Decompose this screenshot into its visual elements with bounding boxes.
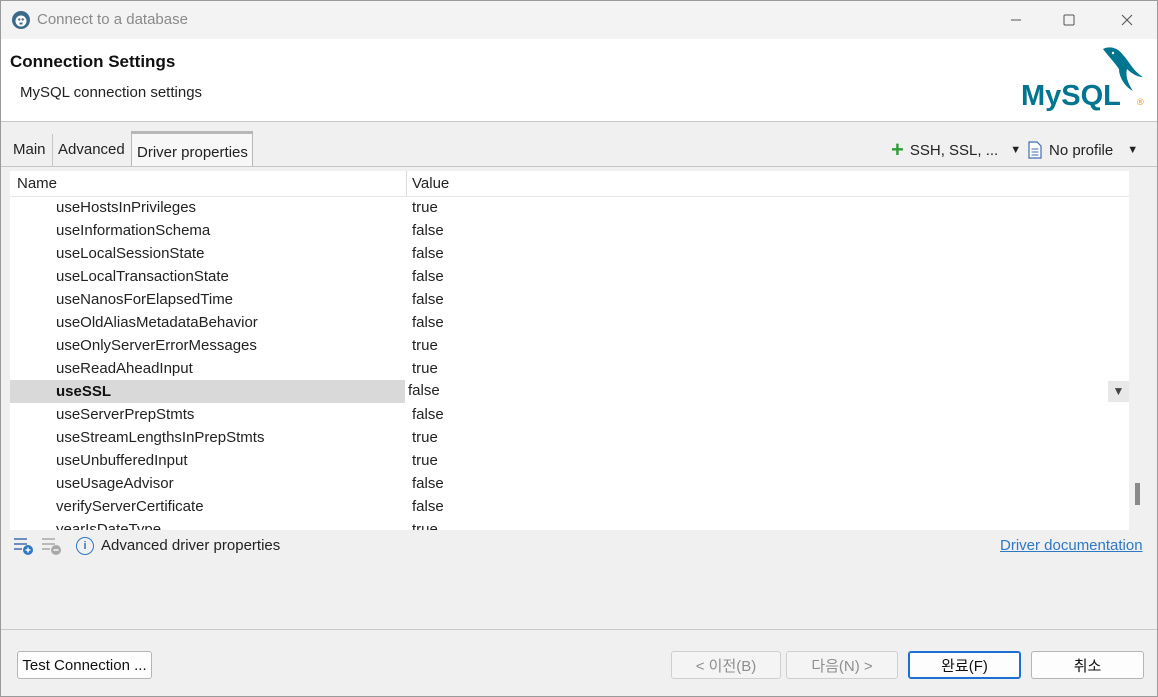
property-value[interactable]: false xyxy=(412,268,444,285)
chevron-down-icon: ▼ xyxy=(1010,144,1022,156)
table-row[interactable]: useReadAheadInput true xyxy=(10,357,1129,380)
profile-dropdown[interactable]: No profile ▼ xyxy=(1027,138,1138,162)
column-divider[interactable] xyxy=(406,171,407,196)
dbeaver-app-icon xyxy=(12,11,30,29)
table-body: useHostsInPrivileges true useInformation… xyxy=(10,196,1129,530)
test-connection-button[interactable]: Test Connection ... xyxy=(17,651,152,679)
profile-label: No profile xyxy=(1049,141,1114,159)
property-name: useReadAheadInput xyxy=(56,360,193,377)
table-row[interactable]: useServerPrepStmts false xyxy=(10,403,1129,426)
table-row[interactable]: useUnbufferedInput true xyxy=(10,449,1129,472)
page-title: Connection Settings xyxy=(10,52,176,71)
property-value[interactable]: true xyxy=(412,429,438,446)
tab-advanced[interactable]: Advanced xyxy=(54,134,132,166)
column-header-value[interactable]: Value xyxy=(412,175,449,192)
column-header-name[interactable]: Name xyxy=(17,175,57,192)
value-dropdown-button[interactable]: ▼ xyxy=(1108,381,1129,402)
tab-main[interactable]: Main xyxy=(9,134,53,166)
property-name: verifyServerCertificate xyxy=(56,498,204,515)
property-name: useUsageAdvisor xyxy=(56,475,174,492)
property-value[interactable]: false xyxy=(412,314,444,331)
svg-text:®: ® xyxy=(1137,97,1144,107)
plus-icon: + xyxy=(891,137,904,162)
table-row[interactable]: useNanosForElapsedTime false xyxy=(10,288,1129,311)
property-value[interactable]: false xyxy=(412,222,444,239)
cancel-button[interactable]: 취소 xyxy=(1031,651,1144,679)
property-name: useLocalSessionState xyxy=(56,245,205,262)
table-row[interactable]: yearIsDateType true xyxy=(10,518,1129,530)
property-value[interactable]: true xyxy=(412,360,438,377)
table-row-selected[interactable]: useSSL false ▼ xyxy=(10,380,1129,403)
table-row[interactable]: useLocalTransactionState false xyxy=(10,265,1129,288)
minimize-icon xyxy=(1011,19,1021,21)
property-value[interactable]: false xyxy=(412,406,444,423)
table-row[interactable]: verifyServerCertificate false xyxy=(10,495,1129,518)
ssh-ssl-label: SSH, SSL, ... xyxy=(909,141,999,159)
table-row[interactable]: useUsageAdvisor false xyxy=(10,472,1129,495)
page-subtitle: MySQL connection settings xyxy=(20,84,203,101)
property-name: useOldAliasMetadataBehavior xyxy=(56,314,258,331)
table-header: Name Value xyxy=(10,171,1129,197)
title-bar: Connect to a database xyxy=(1,1,1157,39)
table-row[interactable]: useInformationSchema false xyxy=(10,219,1129,242)
maximize-icon xyxy=(1063,14,1075,26)
table-row[interactable]: useStreamLengthsInPrepStmts true xyxy=(10,426,1129,449)
next-button[interactable]: 다음(N) > xyxy=(786,651,898,679)
ssh-ssl-button[interactable]: + SSH, SSL, ... ▼ xyxy=(891,138,1021,162)
property-name: useStreamLengthsInPrepStmts xyxy=(56,429,265,446)
mysql-logo: MySQL ® xyxy=(1021,47,1144,112)
property-value[interactable]: true xyxy=(412,199,438,216)
table-row[interactable]: useLocalSessionState false xyxy=(10,242,1129,265)
property-value-editor[interactable]: false xyxy=(408,382,440,399)
table-row[interactable]: useOnlyServerErrorMessages true xyxy=(10,334,1129,357)
property-name: useSSL xyxy=(56,383,112,400)
previous-button[interactable]: < 이전(B) xyxy=(671,651,781,679)
triangle-down-icon: ▼ xyxy=(1112,384,1125,398)
info-icon: i xyxy=(76,537,94,555)
property-name: useServerPrepStmts xyxy=(56,406,195,423)
window-title: Connect to a database xyxy=(37,11,188,28)
remove-property-icon[interactable] xyxy=(41,536,63,556)
maximize-button[interactable] xyxy=(1046,1,1092,39)
dialog-window: Connect to a database Connection Setting… xyxy=(0,0,1158,697)
property-name: useHostsInPrivileges xyxy=(56,199,197,216)
table-row[interactable]: useOldAliasMetadataBehavior false xyxy=(10,311,1129,334)
property-value[interactable]: true xyxy=(412,521,438,530)
tab-divider xyxy=(1,166,1157,167)
property-value[interactable]: false xyxy=(412,498,444,515)
mysql-logo-text: MySQL xyxy=(1021,80,1121,112)
header-banner: Connection Settings MySQL connection set… xyxy=(1,39,1157,122)
document-icon xyxy=(1028,141,1042,159)
property-name: useUnbufferedInput xyxy=(56,452,188,469)
property-value[interactable]: false xyxy=(412,291,444,308)
footer-divider xyxy=(1,629,1157,630)
advanced-driver-properties-label: Advanced driver properties xyxy=(101,537,281,554)
add-property-icon[interactable] xyxy=(13,536,35,556)
driver-properties-table: Name Value useHostsInPrivileges true use… xyxy=(10,171,1129,530)
minimize-button[interactable] xyxy=(993,1,1039,39)
property-name: yearIsDateType xyxy=(56,521,162,530)
property-value[interactable]: false xyxy=(412,245,444,262)
property-value[interactable]: true xyxy=(412,452,438,469)
vertical-scrollbar-thumb[interactable] xyxy=(1135,483,1140,505)
property-value[interactable]: true xyxy=(412,337,438,354)
property-name: useOnlyServerErrorMessages xyxy=(56,337,257,354)
chevron-down-icon: ▼ xyxy=(1127,144,1139,156)
property-name: useNanosForElapsedTime xyxy=(56,291,234,308)
tab-driver-properties[interactable]: Driver properties xyxy=(131,131,253,167)
property-value[interactable]: false xyxy=(412,475,444,492)
close-icon xyxy=(1121,14,1133,26)
finish-button[interactable]: 완료(F) xyxy=(908,651,1021,679)
property-name: useLocalTransactionState xyxy=(56,268,229,285)
driver-documentation-link[interactable]: Driver documentation xyxy=(1000,537,1143,554)
close-button[interactable] xyxy=(1104,1,1150,39)
table-row[interactable]: useHostsInPrivileges true xyxy=(10,196,1129,219)
property-name: useInformationSchema xyxy=(56,222,211,239)
